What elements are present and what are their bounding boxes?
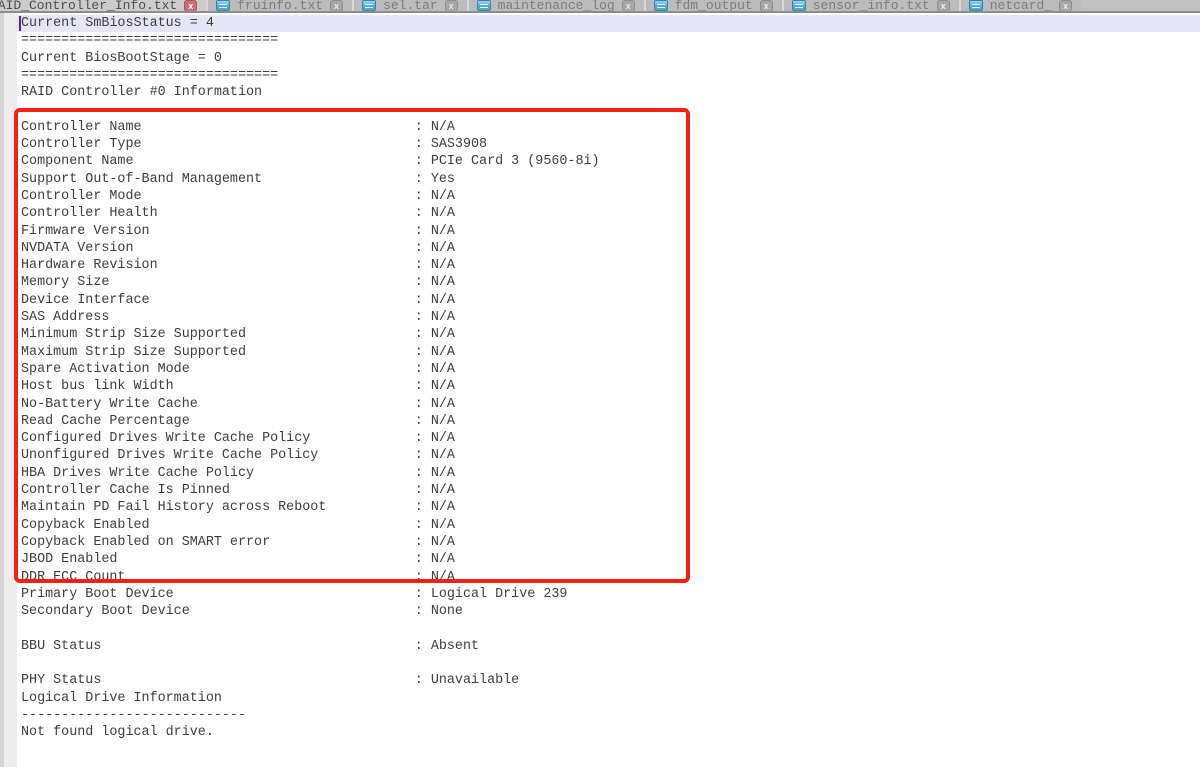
blank-line (17, 655, 1200, 672)
editor-line: Unonfigured Drives Write Cache Policy : … (17, 447, 1200, 464)
document-icon (654, 0, 668, 11)
tab-label: RAID_Controller_Info.txt (0, 0, 177, 13)
tab-fdm-output[interactable]: fdm_output x (646, 0, 784, 12)
editor-line: Maintain PD Fail History across Reboot :… (17, 499, 1200, 516)
tab-raid-controller-info-txt[interactable]: RAID_Controller_Info.txt x (0, 0, 208, 12)
editor-line: DDR ECC Count : N/A (17, 569, 1200, 586)
editor-line: ================================ (17, 32, 1200, 49)
tab-sel-tar[interactable]: sel.tar x (354, 0, 469, 12)
editor-line: Host bus link Width : N/A (17, 378, 1200, 395)
editor-line: Component Name : PCIe Card 3 (9560-8i) (17, 153, 1200, 170)
blank-line (17, 620, 1200, 637)
tab-netcard-[interactable]: netcard_ x (961, 0, 1081, 12)
tab-label: fdm_output (675, 0, 753, 13)
editor-line: Secondary Boot Device : None (17, 603, 1200, 620)
close-tab-icon[interactable]: x (760, 0, 773, 12)
editor-line: Spare Activation Mode : N/A (17, 361, 1200, 378)
editor-line: Copyback Enabled on SMART error : N/A (17, 534, 1200, 551)
editor-line: JBOD Enabled : N/A (17, 551, 1200, 568)
tab-label: sel.tar (383, 0, 438, 13)
editor-line: Not found logical drive. (17, 724, 1200, 741)
text-content[interactable]: Current SmBiosStatus = 4================… (17, 13, 1200, 767)
editor-line: Copyback Enabled : N/A (17, 517, 1200, 534)
tab-label: fruinfo.txt (237, 0, 323, 13)
tab-label: sensor_info.txt (813, 0, 930, 13)
tab-sensor-info-txt[interactable]: sensor_info.txt x (784, 0, 961, 12)
editor-line: Current SmBiosStatus = 4 (17, 15, 1200, 32)
bookmark-gutter (0, 13, 17, 767)
close-tab-icon[interactable]: x (184, 0, 197, 12)
editor-line: Controller Health : N/A (17, 205, 1200, 222)
document-icon (216, 0, 230, 11)
editor-line: Controller Mode : N/A (17, 188, 1200, 205)
editor-line: Maximum Strip Size Supported : N/A (17, 344, 1200, 361)
editor-line: ---------------------------- (17, 707, 1200, 724)
editor-line: RAID Controller #0 Information (17, 84, 1200, 101)
editor-line: Hardware Revision : N/A (17, 257, 1200, 274)
tab-maintenance-log[interactable]: maintenance_log x (469, 0, 646, 12)
document-icon (792, 0, 806, 11)
editor-line: Device Interface : N/A (17, 292, 1200, 309)
close-tab-icon[interactable]: x (622, 0, 635, 12)
editor-line: HBA Drives Write Cache Policy : N/A (17, 465, 1200, 482)
close-tab-icon[interactable]: x (330, 0, 343, 12)
tab-label: maintenance_log (498, 0, 615, 13)
editor-line: Controller Cache Is Pinned : N/A (17, 482, 1200, 499)
editor-line: BBU Status : Absent (17, 638, 1200, 655)
document-icon (362, 0, 376, 11)
editor-pane: Current SmBiosStatus = 4================… (0, 13, 1200, 767)
editor-line: ================================ (17, 67, 1200, 84)
editor-line: Configured Drives Write Cache Policy : N… (17, 430, 1200, 447)
editor-line: Minimum Strip Size Supported : N/A (17, 326, 1200, 343)
document-icon (969, 0, 983, 11)
editor-line: Current BiosBootStage = 0 (17, 50, 1200, 67)
editor-line: Logical Drive Information (17, 690, 1200, 707)
tab-bar: RAID_Controller_Info.txtxfruinfo.txtxsel… (0, 0, 1200, 13)
editor-line: Firmware Version : N/A (17, 223, 1200, 240)
editor-line: Read Cache Percentage : N/A (17, 413, 1200, 430)
editor-line: Support Out-of-Band Management : Yes (17, 171, 1200, 188)
editor-line: Primary Boot Device : Logical Drive 239 (17, 586, 1200, 603)
editor-line: No-Battery Write Cache : N/A (17, 396, 1200, 413)
editor-line: PHY Status : Unavailable (17, 672, 1200, 689)
tab-fruinfo-txt[interactable]: fruinfo.txt x (208, 0, 354, 12)
tab-label: netcard_ (990, 0, 1052, 13)
editor-line: Memory Size : N/A (17, 274, 1200, 291)
close-tab-icon[interactable]: x (937, 0, 950, 12)
blank-line (17, 101, 1200, 118)
editor-line: NVDATA Version : N/A (17, 240, 1200, 257)
close-tab-icon[interactable]: x (1059, 0, 1072, 12)
text-caret (19, 16, 21, 31)
document-icon (477, 0, 491, 11)
close-tab-icon[interactable]: x (445, 0, 458, 12)
editor-line: Controller Name : N/A (17, 119, 1200, 136)
editor-line: Controller Type : SAS3908 (17, 136, 1200, 153)
editor-line: SAS Address : N/A (17, 309, 1200, 326)
